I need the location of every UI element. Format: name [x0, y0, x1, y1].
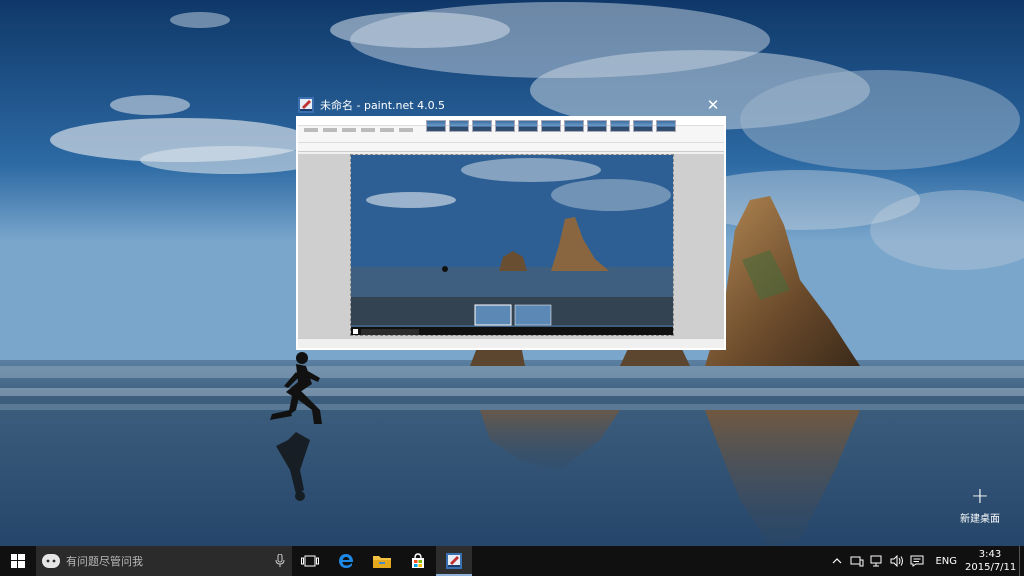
plus-icon: + [970, 484, 990, 509]
paintnet-canvas [350, 154, 674, 336]
cortana-icon [42, 554, 60, 568]
task-view-button[interactable] [292, 546, 328, 576]
paintnet-tool-options [298, 143, 724, 152]
network-icon[interactable] [867, 546, 887, 576]
close-icon[interactable]: ✕ [704, 96, 722, 114]
file-explorer-icon [373, 556, 391, 568]
search-placeholder: 有问题尽管问我 [66, 555, 143, 568]
start-icon [11, 554, 25, 568]
input-language[interactable]: ENG [927, 556, 965, 567]
chevron-up-icon[interactable] [827, 546, 847, 576]
task-view-icon [301, 555, 319, 567]
file-explorer-button[interactable] [364, 546, 400, 576]
paintnet-icon [298, 97, 314, 113]
show-desktop-button[interactable] [1019, 546, 1024, 576]
clock-time: 3:43 [978, 549, 1002, 560]
taskbar: 有问题尽管问我 ENG 3:43 2015/7/11 [0, 546, 1024, 576]
paintnet-canvas-area [298, 154, 724, 338]
window-title: 未命名 - paint.net 4.0.5 [320, 99, 446, 112]
edge-button[interactable] [328, 546, 364, 576]
new-desktop-button[interactable]: + 新建桌面 [950, 486, 1010, 526]
paintnet-statusbar [298, 338, 724, 348]
task-view-window-title-bar[interactable]: 未命名 - paint.net 4.0.5 ✕ [296, 94, 726, 116]
store-icon [412, 553, 424, 568]
paintnet-toolbar [298, 134, 724, 143]
store-button[interactable] [400, 546, 436, 576]
edge-icon [339, 554, 354, 568]
system-tray: ENG 3:43 2015/7/11 [827, 546, 1024, 576]
search-box[interactable]: 有问题尽管问我 [36, 546, 292, 576]
task-view-window-paintnet[interactable]: 未命名 - paint.net 4.0.5 ✕ [296, 94, 726, 350]
clock-date: 2015/7/11 [965, 562, 1017, 573]
start-button[interactable] [0, 546, 36, 576]
paintnet-taskbar-button[interactable] [436, 546, 472, 576]
device-icon[interactable] [847, 546, 867, 576]
volume-icon[interactable] [887, 546, 907, 576]
clock[interactable]: 3:43 2015/7/11 [965, 548, 1017, 574]
window-thumbnail[interactable] [296, 116, 726, 350]
paintnet-image-tabs [426, 120, 676, 132]
new-desktop-label: 新建桌面 [960, 514, 1000, 525]
notification-icon[interactable] [907, 546, 927, 576]
mic-icon[interactable] [268, 546, 292, 576]
paintnet-icon [446, 553, 462, 569]
